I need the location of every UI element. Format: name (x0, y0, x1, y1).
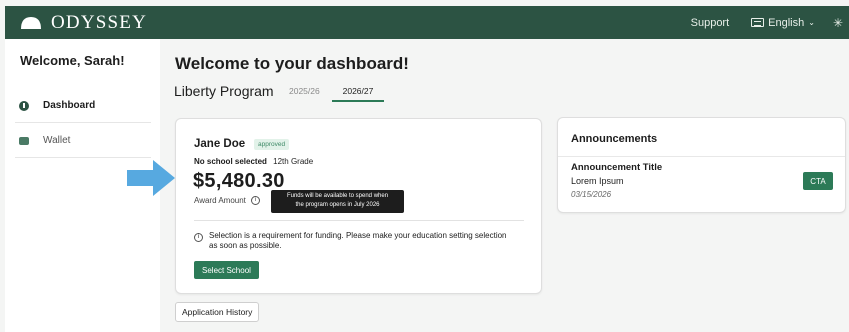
announcements-card: Announcements Announcement Title Lorem I… (557, 117, 846, 213)
status-badge: approved (254, 139, 290, 150)
wallet-icon (19, 136, 29, 145)
divider (558, 156, 845, 157)
award-amount-label: Award Amount i (194, 196, 260, 205)
language-label: English (768, 16, 805, 29)
support-link[interactable]: Support (691, 17, 730, 29)
divider (194, 220, 524, 221)
info-icon: i (194, 233, 203, 242)
logo-icon (21, 16, 41, 29)
grade-label: 12th Grade (273, 157, 314, 166)
sidebar-item-dashboard[interactable]: Dashboard (15, 89, 151, 123)
program-name: Liberty Program (174, 83, 274, 99)
tooltip-line: the program opens in July 2026 (295, 202, 380, 208)
welcome-message: Welcome, Sarah! (20, 53, 125, 68)
language-selector[interactable]: English ⌄ (751, 17, 815, 29)
application-history-button[interactable]: Application History (175, 302, 260, 322)
school-status: No school selected (194, 157, 267, 166)
sidebar-item-wallet[interactable]: Wallet (15, 124, 151, 158)
school-info: No school selected 12th Grade (194, 157, 313, 166)
sidebar-item-label: Dashboard (43, 100, 96, 111)
tab-2025-26[interactable]: 2025/26 (289, 86, 320, 101)
settings-icon[interactable]: ✳ (833, 16, 843, 30)
logo[interactable]: ODYSSEY (19, 12, 147, 34)
announcement-body: Lorem Ipsum (571, 176, 624, 186)
chevron-down-icon: ⌄ (808, 18, 815, 27)
top-navigation-bar: ODYSSEY Support English ⌄ ✳ (5, 6, 849, 39)
arrow-right-icon (127, 160, 175, 196)
page-title: Welcome to your dashboard! (175, 54, 409, 73)
dashboard-icon (19, 100, 29, 111)
select-school-button[interactable]: Select School (194, 261, 259, 279)
sidebar-item-label: Wallet (43, 135, 71, 146)
announcement-date: 03/15/2026 (571, 190, 612, 199)
award-amount-label-text: Award Amount (194, 196, 246, 205)
cta-button[interactable]: CTA (803, 172, 833, 190)
announcements-heading: Announcements (571, 133, 658, 145)
info-icon[interactable]: i (250, 196, 260, 205)
funds-tooltip: Funds will be available to spend when th… (271, 190, 404, 213)
notice-text: Selection is a requirement for funding. … (209, 231, 507, 250)
selection-notice: i Selection is a requirement for funding… (194, 231, 514, 251)
announcement-title: Announcement Title (571, 162, 663, 173)
language-icon (751, 18, 765, 27)
award-card: Jane Doe approved No school selected 12t… (175, 118, 542, 294)
student-name: Jane Doe (194, 138, 246, 150)
logo-text: ODYSSEY (51, 11, 148, 33)
tab-2026-27[interactable]: 2026/27 (332, 86, 384, 102)
tooltip-line: Funds will be available to spend when (286, 193, 389, 199)
